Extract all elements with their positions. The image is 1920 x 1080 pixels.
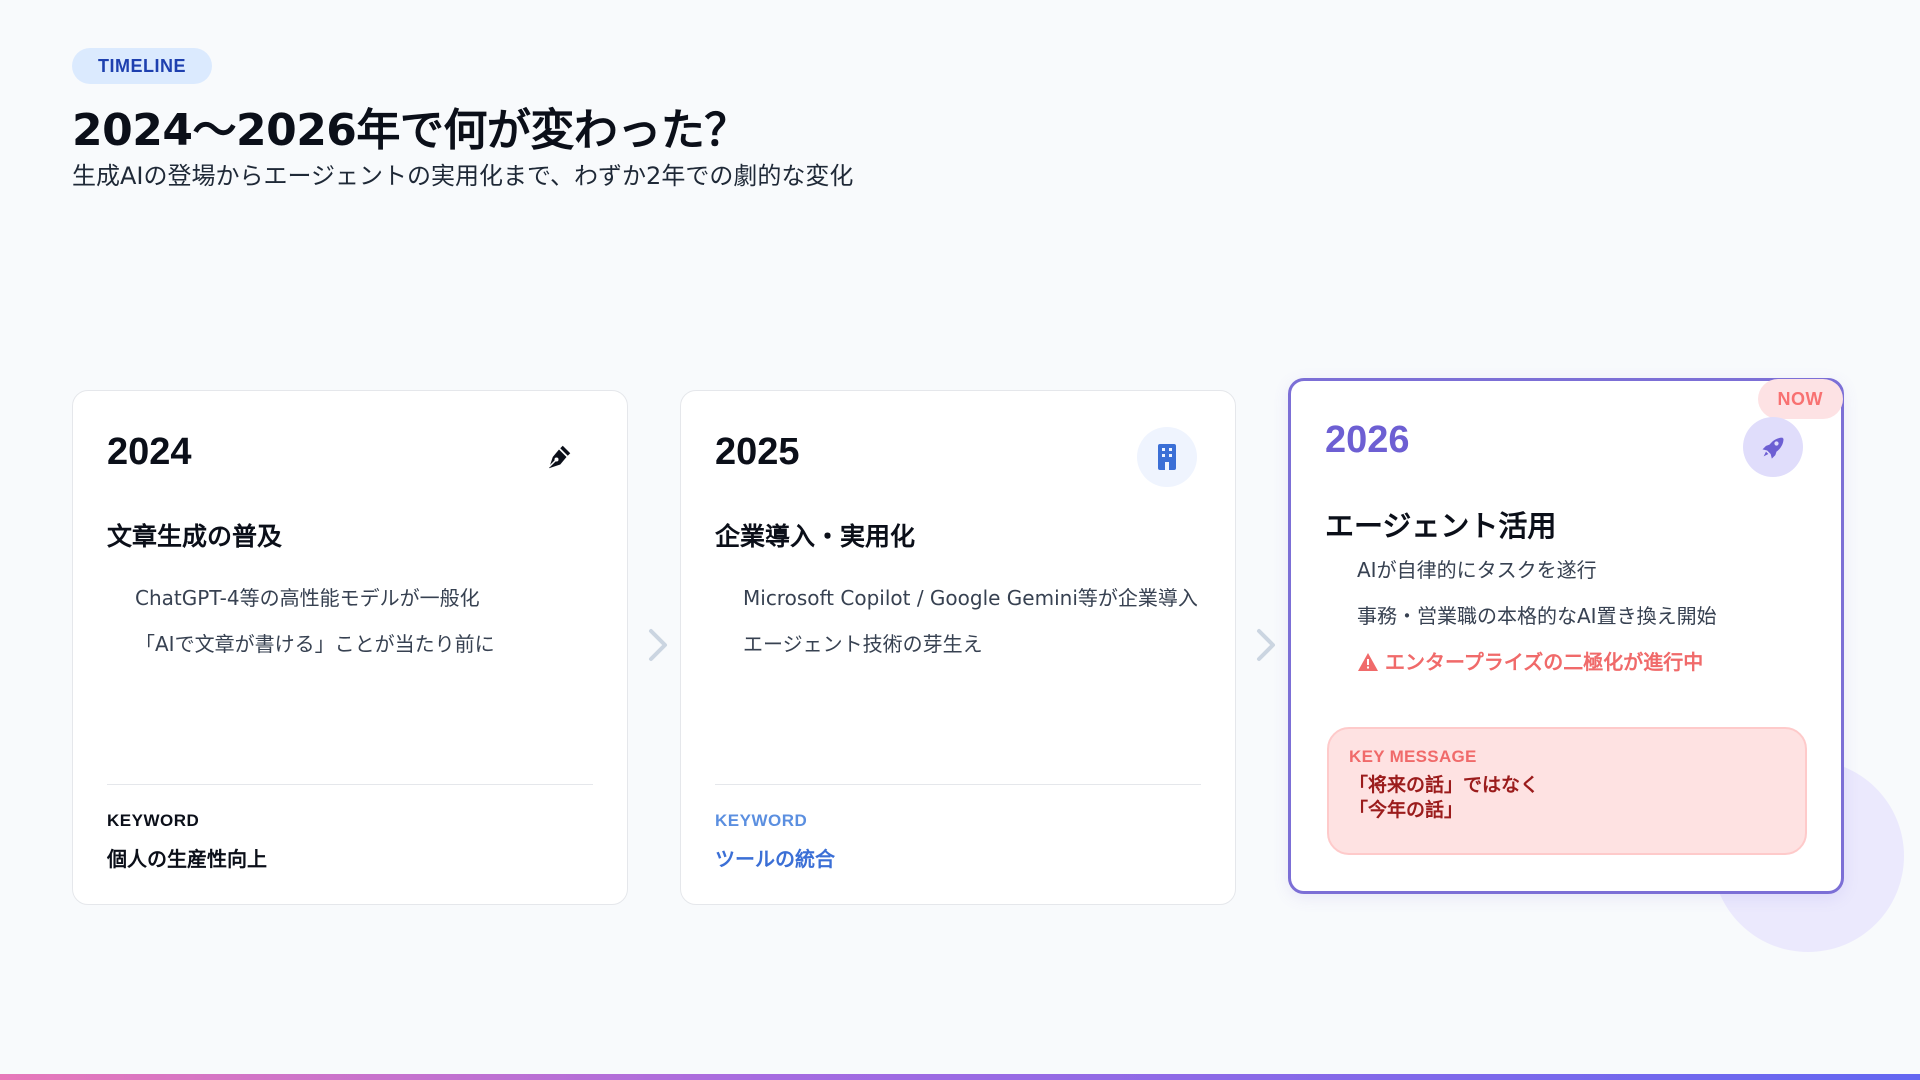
- list-item: 「AIで文章が書ける」ことが当たり前に: [135, 632, 495, 656]
- page-subtitle: 生成AIの登場からエージェントの実用化まで、わずか2年での劇的な変化: [72, 162, 854, 190]
- keyword-value: 個人の生産性向上: [107, 847, 267, 871]
- divider: [107, 784, 593, 785]
- list-item: ChatGPT-4等の高性能モデルが一般化: [135, 586, 480, 610]
- building-icon: [1137, 427, 1197, 487]
- card-year: 2025: [715, 431, 800, 473]
- key-message-label: KEY MESSAGE: [1349, 747, 1477, 766]
- now-badge: NOW: [1757, 379, 1843, 419]
- list-item: AIが自律的にタスクを遂行: [1357, 558, 1597, 582]
- list-item: Microsoft Copilot / Google Gemini等が企業導入: [743, 586, 1198, 610]
- card-bullets: ChatGPT-4等の高性能モデルが一般化 「AIで文章が書ける」ことが当たり前…: [135, 575, 495, 667]
- alert-text: エンタープライズの二極化が進行中: [1385, 650, 1704, 674]
- bottom-gradient-bar: [0, 1074, 1920, 1080]
- keyword-value: ツールの統合: [715, 847, 835, 871]
- keyword-label: KEYWORD: [715, 811, 808, 830]
- divider: [715, 784, 1201, 785]
- card-heading: 企業導入・実用化: [715, 522, 916, 551]
- chevron-right-icon: [1257, 629, 1275, 661]
- card-2024: 2024 文章生成の普及 ChatGPT-4等の高性能モデルが一般化 「AIで文…: [72, 390, 628, 905]
- card-year: 2024: [107, 431, 192, 473]
- chevron-right-icon: [649, 629, 667, 661]
- card-year: 2026: [1325, 419, 1410, 461]
- card-heading: エージェント活用: [1325, 509, 1557, 543]
- card-bullets: Microsoft Copilot / Google Gemini等が企業導入 …: [743, 575, 1198, 667]
- card-2026: NOW 2026 エージェント活用 AIが自律的にタスクを遂行 事務・営業職の本…: [1288, 378, 1844, 894]
- card-bullets: AIが自律的にタスクを遂行 事務・営業職の本格的なAI置き換え開始 エンタープラ…: [1357, 547, 1717, 685]
- warning-icon: [1358, 653, 1378, 671]
- timeline-tag: TIMELINE: [72, 48, 212, 84]
- alert-item: エンタープライズの二極化が進行中: [1357, 639, 1717, 685]
- page-title: 2024〜2026年で何が変わった？: [72, 105, 748, 156]
- pen-nib-icon: [529, 427, 589, 487]
- key-message-box: KEY MESSAGE 「将来の話」ではなく 「今年の話」: [1327, 727, 1807, 855]
- list-item: 事務・営業職の本格的なAI置き換え開始: [1357, 604, 1717, 628]
- card-2025: 2025 企業導入・実用化 Microsoft Copilot / Google…: [680, 390, 1236, 905]
- list-item: エージェント技術の芽生え: [743, 632, 983, 656]
- key-message-text: 「将来の話」ではなく 「今年の話」: [1349, 774, 1540, 821]
- card-heading: 文章生成の普及: [107, 522, 283, 551]
- keyword-label: KEYWORD: [107, 811, 200, 830]
- rocket-icon: [1743, 417, 1803, 477]
